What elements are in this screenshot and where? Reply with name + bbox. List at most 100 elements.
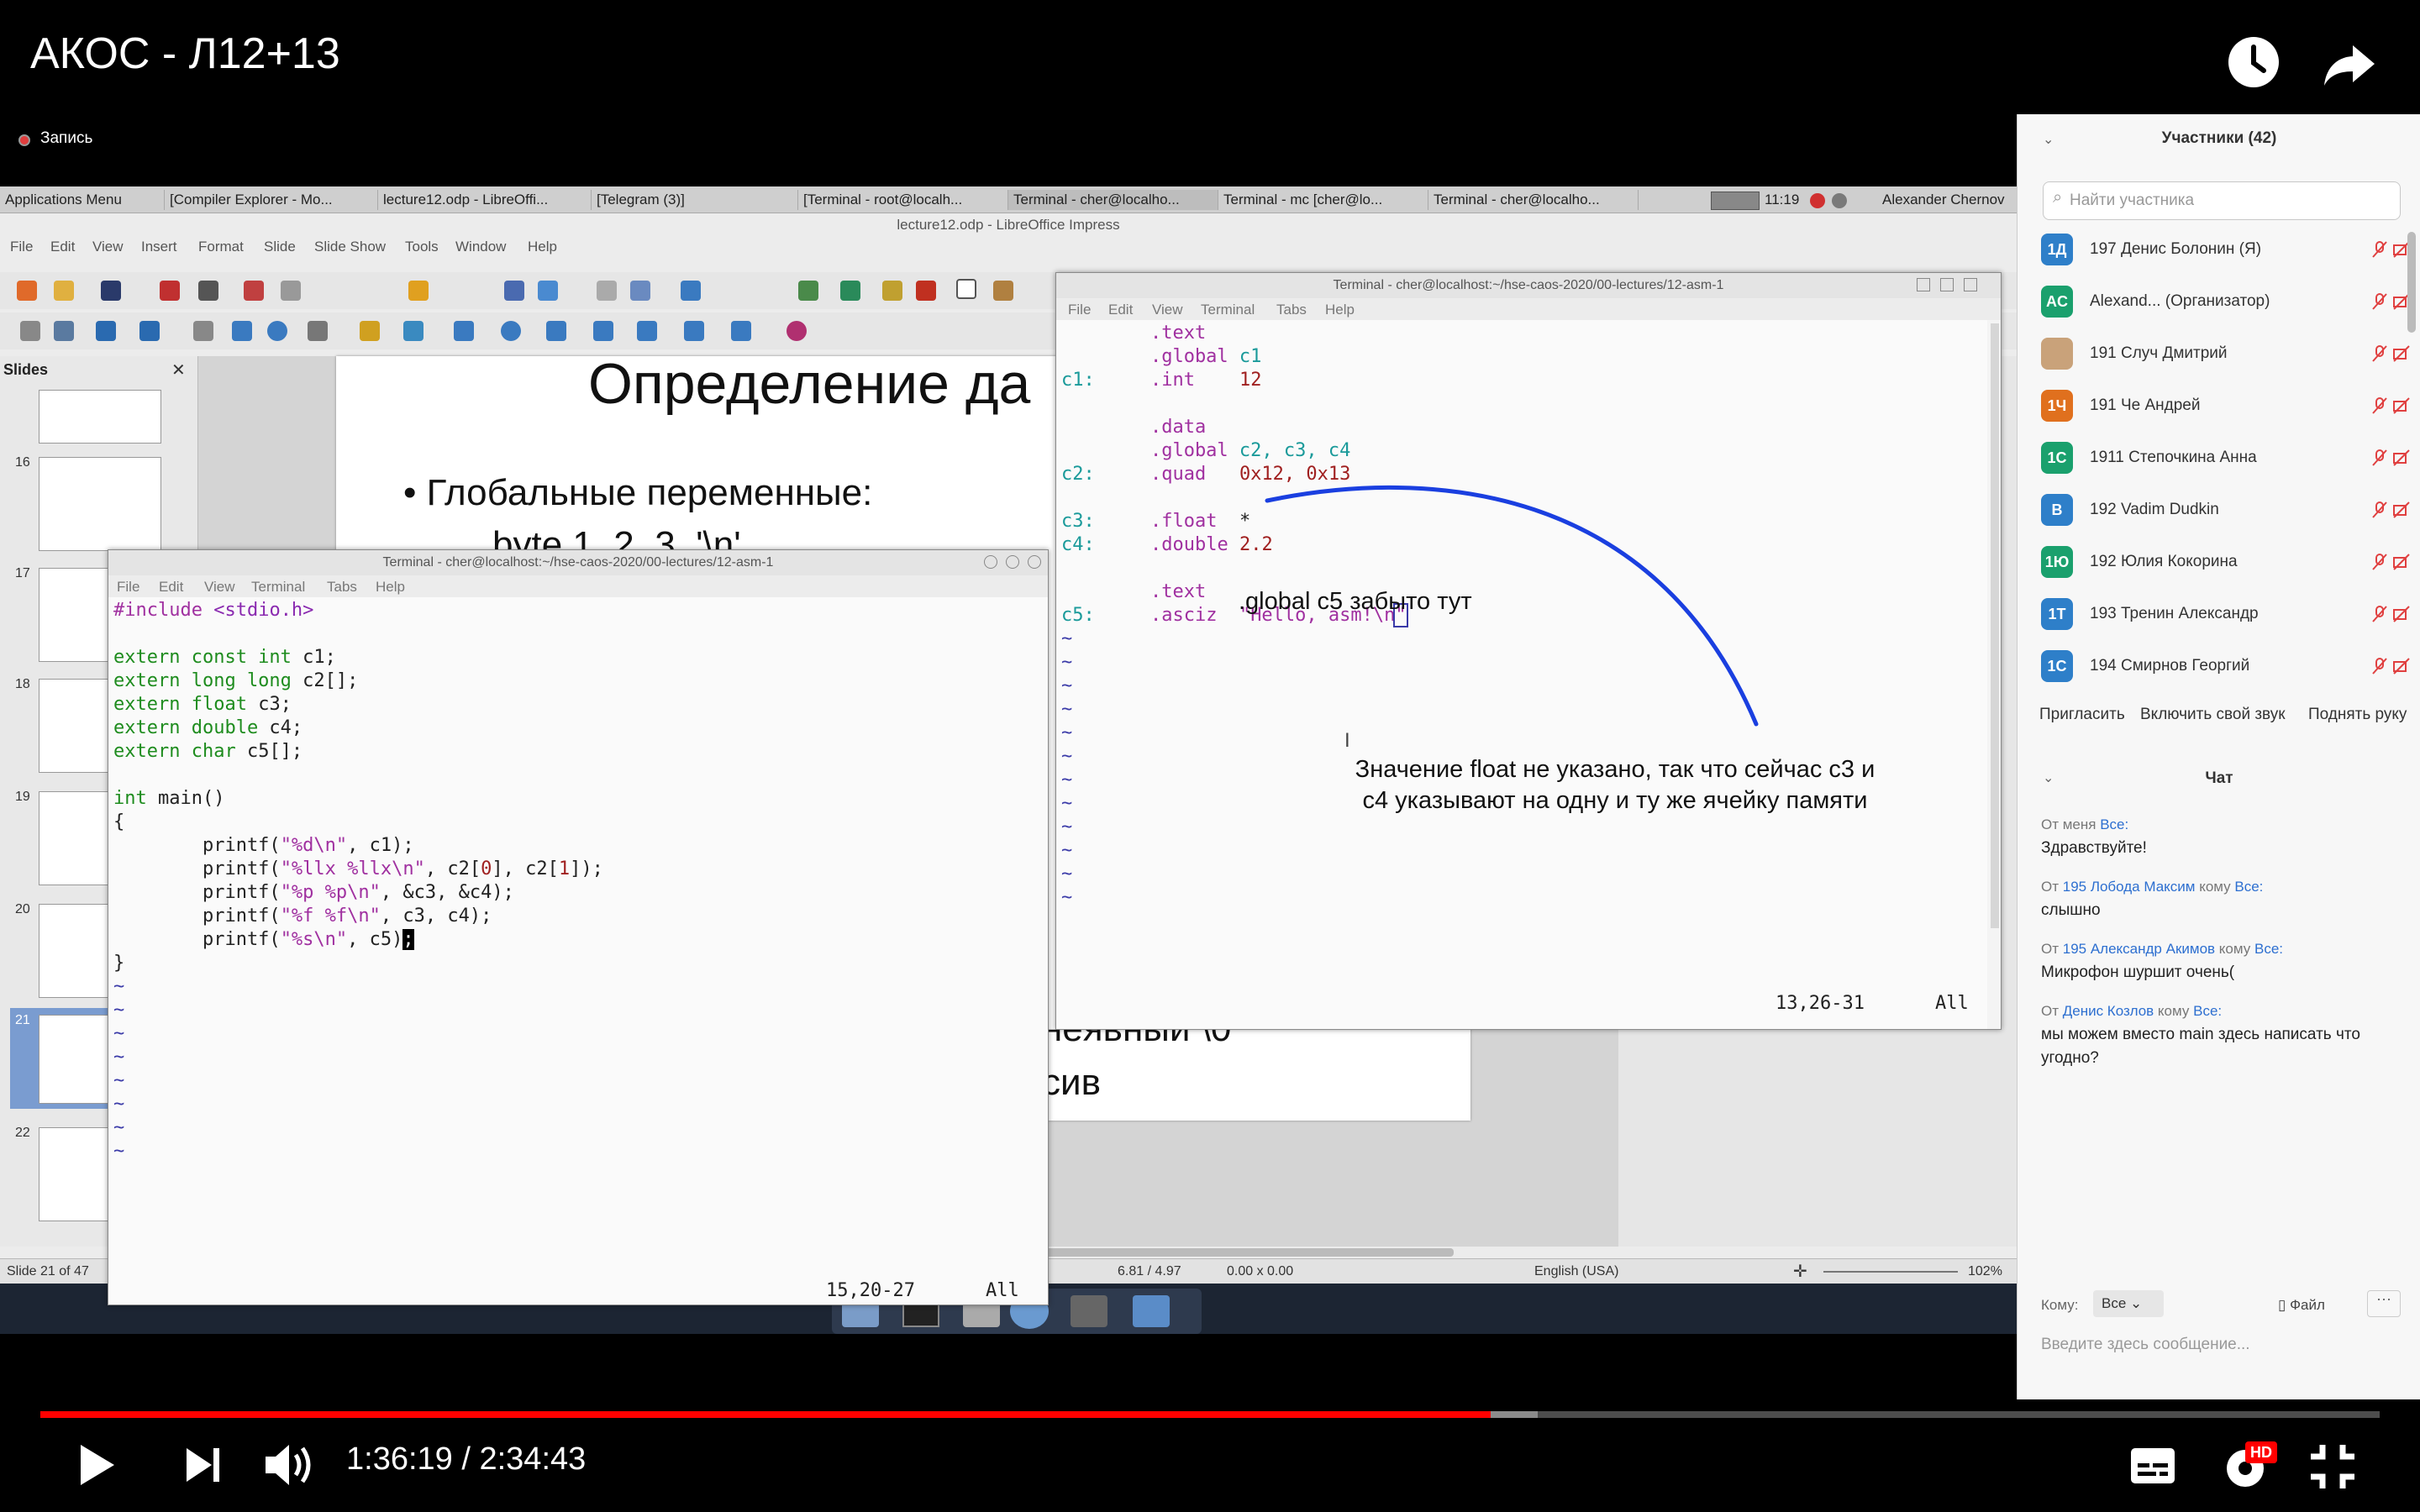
menu-slide[interactable]: Slide xyxy=(264,239,296,255)
special-char-icon[interactable] xyxy=(993,281,1013,301)
3d-objects-icon[interactable] xyxy=(731,321,751,341)
flowchart-icon[interactable] xyxy=(593,321,613,341)
menu-help[interactable]: Help xyxy=(376,579,405,596)
participant-list-scrollbar[interactable] xyxy=(2407,232,2416,333)
select-icon[interactable] xyxy=(20,321,40,341)
menu-insert[interactable]: Insert xyxy=(141,239,177,255)
block-arrows-icon[interactable] xyxy=(546,321,566,341)
callout-icon[interactable] xyxy=(637,321,657,341)
taskbar-item[interactable]: Terminal - cher@localho... xyxy=(1428,190,1639,210)
taskbar-item[interactable]: Terminal - mc [cher@lo... xyxy=(1218,190,1428,210)
chat-recipient-select[interactable]: Все ⌄ xyxy=(2093,1290,2164,1317)
menu-edit[interactable]: Edit xyxy=(159,579,183,596)
menu-view[interactable]: View xyxy=(204,579,235,596)
taskbar-item[interactable]: lecture12.odp - LibreOffi... xyxy=(378,190,592,210)
menu-tabs[interactable]: Tabs xyxy=(1276,302,1307,318)
menu-file[interactable]: File xyxy=(1068,302,1091,318)
participant-row[interactable]: 191 Случ Дмитрий xyxy=(2018,328,2420,380)
open-icon[interactable] xyxy=(54,281,74,301)
slide-thumbnail[interactable] xyxy=(39,390,161,444)
line-icon[interactable] xyxy=(193,321,213,341)
undo-icon[interactable] xyxy=(408,281,429,301)
participant-row[interactable]: 1С 1911 Степочкина Анна xyxy=(2018,432,2420,484)
menu-help[interactable]: Help xyxy=(1325,302,1355,318)
unmute-button[interactable]: Включить свой звук xyxy=(2140,706,2286,724)
menu-format[interactable]: Format xyxy=(198,239,244,255)
curve-icon[interactable] xyxy=(360,321,380,341)
menu-terminal[interactable]: Terminal xyxy=(1201,302,1255,318)
fit-icon[interactable]: ✛ xyxy=(1793,1261,1807,1282)
text-box-icon[interactable] xyxy=(956,279,976,299)
video-title[interactable]: АКОС - Л12+13 xyxy=(30,29,340,79)
star-icon[interactable] xyxy=(684,321,704,341)
participant-row[interactable]: AC Alexand... (Организатор) xyxy=(2018,276,2420,328)
participant-row[interactable]: B 192 Vadim Dudkin xyxy=(2018,484,2420,536)
find-icon[interactable] xyxy=(504,281,524,301)
menu-file[interactable]: File xyxy=(117,579,139,596)
language[interactable]: English (USA) xyxy=(1534,1264,1618,1279)
connector-icon[interactable] xyxy=(403,321,424,341)
table-icon[interactable] xyxy=(798,281,818,301)
arrow-icon[interactable] xyxy=(308,321,328,341)
rotate-icon[interactable] xyxy=(786,321,807,341)
exit-fullscreen-icon[interactable] xyxy=(2307,1441,2358,1496)
rectangle-icon[interactable] xyxy=(232,321,252,341)
more-icon[interactable]: ⋯ xyxy=(2367,1290,2401,1317)
close-icon[interactable] xyxy=(1028,555,1041,569)
display-views-icon[interactable] xyxy=(630,281,650,301)
share-icon[interactable] xyxy=(2323,37,2376,91)
menu-help[interactable]: Help xyxy=(528,239,557,255)
menu-tabs[interactable]: Tabs xyxy=(327,579,357,596)
minimize-icon[interactable] xyxy=(984,555,997,569)
taskbar-app-menu[interactable]: Applications Menu xyxy=(0,190,165,210)
chart-icon[interactable] xyxy=(882,281,902,301)
slide-thumbnail[interactable] xyxy=(39,457,161,551)
participant-row[interactable]: 1Д 197 Денис Болонин (Я) xyxy=(2018,223,2420,276)
maximize-icon[interactable] xyxy=(1940,278,1954,291)
fill-color-icon[interactable] xyxy=(139,321,160,341)
menu-slide-show[interactable]: Slide Show xyxy=(314,239,386,255)
participant-row[interactable]: 1Т 193 Тренин Александр xyxy=(2018,588,2420,640)
chat-input[interactable]: Введите здесь сообщение... xyxy=(2041,1336,2250,1354)
menu-edit[interactable]: Edit xyxy=(50,239,75,255)
file-button[interactable]: ▯ Файл xyxy=(2278,1297,2325,1314)
participant-row[interactable]: 1С 194 Смирнов Георгий xyxy=(2018,640,2420,692)
volume-icon[interactable] xyxy=(262,1440,318,1494)
taskbar-item[interactable]: [Compiler Explorer - Mo... xyxy=(165,190,378,210)
spellcheck-icon[interactable] xyxy=(538,281,558,301)
terminal-c-window[interactable]: Terminal - cher@localhost:~/hse-caos-202… xyxy=(108,549,1049,1305)
menu-edit[interactable]: Edit xyxy=(1108,302,1133,318)
symbol-shapes-icon[interactable] xyxy=(501,321,521,341)
taskbar-item-active[interactable]: Terminal - cher@localho... xyxy=(1008,190,1218,210)
cut-icon[interactable] xyxy=(244,281,264,301)
ellipse-icon[interactable] xyxy=(267,321,287,341)
workspace-switcher[interactable] xyxy=(1711,192,1760,210)
menu-file[interactable]: File xyxy=(10,239,33,255)
zoom-slider[interactable] xyxy=(1823,1271,1958,1273)
drive-icon[interactable] xyxy=(1071,1295,1107,1327)
invite-button[interactable]: Пригласить xyxy=(2039,706,2125,724)
play-icon[interactable] xyxy=(76,1441,118,1493)
image-icon[interactable] xyxy=(840,281,860,301)
next-icon[interactable] xyxy=(182,1443,224,1491)
print-icon[interactable] xyxy=(198,281,218,301)
taskbar-item[interactable]: [Terminal - root@localh... xyxy=(798,190,1008,210)
master-slide-icon[interactable] xyxy=(681,281,701,301)
participant-row[interactable]: 1Ч 191 Че Андрей xyxy=(2018,380,2420,432)
export-pdf-icon[interactable] xyxy=(160,281,180,301)
home-folder-icon[interactable] xyxy=(1133,1295,1170,1327)
menu-view[interactable]: View xyxy=(1152,302,1183,318)
media-icon[interactable] xyxy=(916,281,936,301)
zoom-icon[interactable] xyxy=(54,321,74,341)
minimize-icon[interactable] xyxy=(1917,278,1930,291)
terminal-scrollbar[interactable] xyxy=(1991,323,1999,928)
participant-row[interactable]: 1Ю 192 Юлия Кокорина xyxy=(2018,536,2420,588)
close-icon[interactable]: ✕ xyxy=(171,360,186,381)
notification-icon[interactable] xyxy=(1810,193,1825,208)
subtitles-icon[interactable] xyxy=(2129,1446,2176,1489)
network-icon[interactable] xyxy=(1832,193,1847,208)
terminal-c-content[interactable]: #include <stdio.h> extern const int c1; … xyxy=(108,597,1048,1305)
progress-bar[interactable] xyxy=(40,1411,2380,1418)
menu-tools[interactable]: Tools xyxy=(405,239,439,255)
maximize-icon[interactable] xyxy=(1006,555,1019,569)
